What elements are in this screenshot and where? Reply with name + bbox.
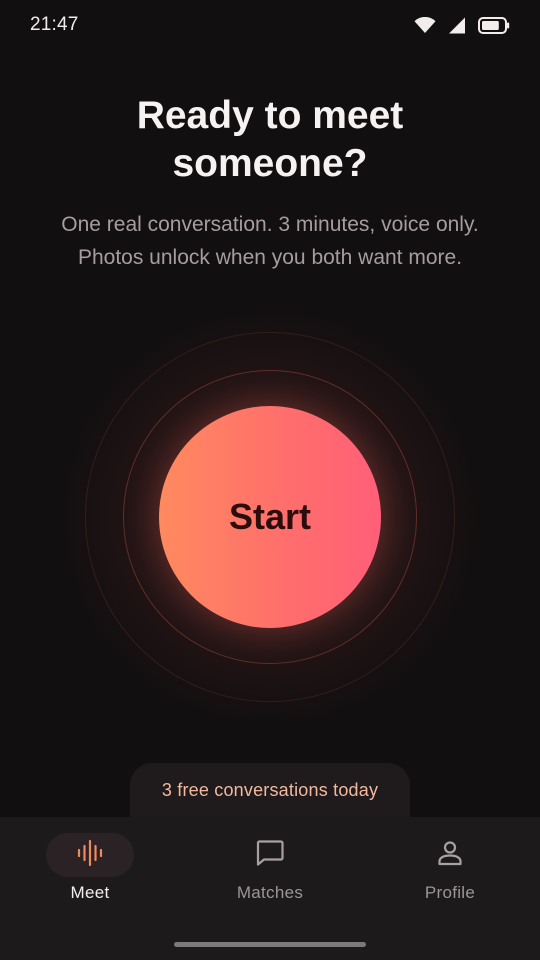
person-icon	[436, 839, 464, 872]
status-icons	[414, 16, 510, 34]
home-indicator[interactable]	[174, 942, 366, 947]
title-line-2: someone?	[172, 142, 368, 185]
nav-profile-icon-container	[406, 833, 494, 877]
title-line-1: Ready to meet	[136, 94, 404, 137]
bottom-nav: Meet Matches Profile	[0, 817, 540, 960]
page-title: Ready to meet someone?	[0, 92, 540, 188]
meet-screen: 21:47 Ready to meet someone? One real co…	[0, 0, 540, 960]
soundwave-icon	[76, 839, 104, 872]
nav-meet-icon-container	[46, 833, 134, 877]
nav-tab-meet[interactable]: Meet	[0, 817, 180, 927]
wifi-icon	[414, 16, 436, 34]
subtitle-line-2: Photos unlock when you both want more.	[77, 246, 463, 269]
status-bar: 21:47	[0, 0, 540, 50]
page-subtitle: One real conversation. 3 minutes, voice …	[0, 208, 540, 274]
chat-bubble-icon	[255, 838, 285, 873]
nav-label-matches: Matches	[236, 883, 304, 902]
nav-matches-icon-container	[226, 833, 314, 877]
nav-tab-profile[interactable]: Profile	[360, 817, 540, 927]
battery-icon	[478, 16, 510, 34]
nav-label-profile: Profile	[424, 883, 476, 902]
free-conversations-badge: 3 free conversations today	[130, 763, 410, 817]
status-time: 21:47	[30, 14, 79, 35]
nav-tab-matches[interactable]: Matches	[180, 817, 360, 927]
free-conversations-text: 3 free conversations today	[161, 779, 379, 800]
nav-label-meet: Meet	[70, 883, 110, 902]
start-button[interactable]: Start	[159, 406, 381, 628]
subtitle-line-1: One real conversation. 3 minutes, voice …	[61, 213, 479, 236]
cellular-signal-icon	[448, 17, 466, 34]
